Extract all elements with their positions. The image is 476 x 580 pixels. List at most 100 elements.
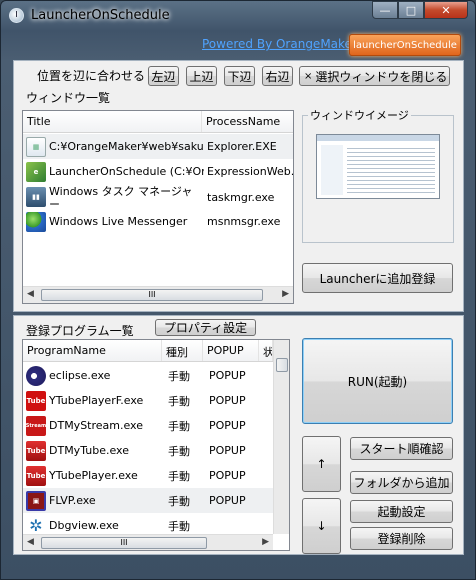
folder-icon: ▦ — [26, 136, 46, 157]
program-name-cell: Dbgview.exe — [49, 519, 119, 532]
column-program-name[interactable]: ProgramName — [23, 340, 162, 361]
window-list[interactable]: Title ProcessName ▦ C:¥OrangeMaker¥web¥s… — [22, 110, 294, 304]
window-row[interactable]: Windows Live Messenger msnmsgr.exe — [23, 209, 293, 234]
program-panel: 登録プログラム一覧 プロパティ設定 ProgramName 種別 POPUP 状… — [13, 315, 464, 555]
scroll-left-icon[interactable]: ◀ — [27, 537, 34, 547]
close-button[interactable]: ✕ — [424, 1, 468, 19]
column-status[interactable]: 状 — [259, 340, 273, 361]
program-name-cell: YTubePlayerF.exe — [49, 394, 144, 407]
add-to-launcher-button[interactable]: Launcherに追加登録 — [302, 263, 453, 293]
run-button[interactable]: RUN(起動) — [302, 338, 453, 424]
program-name-cell: YTubePlayer.exe — [49, 469, 138, 482]
messenger-icon — [26, 211, 46, 232]
startup-settings-button[interactable]: 起動設定 — [350, 500, 453, 523]
kind-cell: 手動 — [168, 469, 190, 483]
column-process-name[interactable]: ProcessName — [202, 111, 293, 132]
program-row[interactable]: Stream DTMyStream.exe 手動 POPUP — [23, 413, 273, 438]
scroll-thumb[interactable]: III — [41, 537, 207, 549]
window-row[interactable]: ▦ C:¥OrangeMaker¥web¥saku... Explorer.EX… — [23, 134, 293, 159]
program-row[interactable]: Tube DTMyTube.exe 手動 POPUP — [23, 438, 273, 463]
programs-label: 登録プログラム一覧 — [26, 324, 134, 338]
window-panel: 位置を辺に合わせる 左辺 上辺 下辺 右辺 × 選択ウィンドウを閉じる ウィンド… — [13, 60, 464, 312]
popup-cell: POPUP — [209, 394, 246, 407]
kind-cell: 手動 — [168, 519, 190, 533]
scroll-right-icon[interactable]: ▶ — [262, 537, 269, 547]
scroll-thumb[interactable]: III — [41, 289, 263, 301]
window-title-cell: C:¥OrangeMaker¥web¥saku... — [49, 140, 204, 153]
popup-cell: POPUP — [209, 469, 246, 482]
clock-icon[interactable] — [9, 8, 24, 23]
properties-button[interactable]: プロパティ設定 — [155, 319, 256, 336]
window-title-cell: Windows タスク マネージャ ー — [46, 184, 204, 211]
title-bar[interactable]: LauncherOnSchedule — □ ✕ — [1, 1, 475, 31]
expression-web-icon: e — [26, 161, 46, 182]
kind-cell: 手動 — [168, 369, 190, 383]
task-manager-icon: ▮▮ — [26, 187, 46, 207]
powered-by-link[interactable]: Powered By OrangeMaker — [202, 37, 357, 51]
program-list-vscrollbar[interactable] — [273, 340, 289, 534]
window-list-header: Title ProcessName — [23, 111, 293, 133]
program-row[interactable]: Tube YTubePlayer.exe 手動 POPUP — [23, 463, 273, 488]
brand-button[interactable]: launcherOnSchedule — [349, 34, 461, 56]
column-title[interactable]: Title — [23, 111, 202, 132]
move-up-button[interactable]: ↑ — [302, 436, 341, 492]
window-image-label: ウィンドウイメージ — [308, 107, 411, 123]
tube-icon: Tube — [26, 465, 46, 486]
align-label: 位置を辺に合わせる — [37, 69, 146, 83]
flv-icon: ▣ — [26, 490, 46, 511]
startup-order-button[interactable]: スタート順確認 — [350, 437, 453, 460]
process-name-cell: Explorer.EXE — [207, 140, 277, 153]
align-right-button[interactable]: 右辺 — [262, 66, 293, 86]
popup-cell: POPUP — [209, 369, 246, 382]
window-title-cell: Windows Live Messenger — [49, 215, 188, 228]
close-selected-label: 選択ウィンドウを閉じる — [315, 69, 448, 84]
program-name-cell: DTMyTube.exe — [49, 444, 129, 457]
popup-cell: POPUP — [209, 494, 246, 507]
program-row[interactable]: ▣ FLVP.exe 手動 POPUP — [23, 488, 273, 513]
minimize-button[interactable]: — — [372, 1, 398, 19]
stream-icon: Stream — [26, 415, 46, 436]
window-preview-image — [316, 134, 440, 199]
program-name-cell: FLVP.exe — [49, 494, 96, 507]
popup-cell: POPUP — [209, 444, 246, 457]
scroll-right-icon[interactable]: ▶ — [282, 289, 289, 299]
delete-registration-button[interactable]: 登録削除 — [350, 527, 453, 550]
kind-cell: 手動 — [168, 419, 190, 433]
vscroll-thumb[interactable] — [276, 358, 288, 372]
program-row[interactable]: eclipse.exe 手動 POPUP — [23, 363, 273, 388]
close-x-icon: × — [304, 70, 313, 82]
align-top-button[interactable]: 上辺 — [186, 66, 217, 86]
window-title: LauncherOnSchedule — [31, 8, 170, 23]
program-list[interactable]: ProgramName 種別 POPUP 状 eclipse.exe 手動 PO… — [22, 339, 290, 551]
process-name-cell: msnmsgr.exe — [207, 215, 281, 228]
move-down-button[interactable]: ↓ — [302, 498, 341, 554]
align-left-button[interactable]: 左辺 — [148, 66, 179, 86]
window-list-hscrollbar[interactable]: ◀ III ▶ — [23, 286, 293, 303]
popup-cell: POPUP — [209, 419, 246, 432]
kind-cell: 手動 — [168, 494, 190, 508]
column-kind[interactable]: 種別 — [162, 340, 203, 361]
program-name-cell: DTMyStream.exe — [49, 419, 143, 432]
window-image-group — [302, 115, 454, 243]
program-name-cell: eclipse.exe — [49, 369, 111, 382]
align-bottom-button[interactable]: 下辺 — [224, 66, 255, 86]
kind-cell: 手動 — [168, 394, 190, 408]
process-name-cell: taskmgr.exe — [207, 191, 275, 204]
app-window: LauncherOnSchedule — □ ✕ Powered By Oran… — [0, 0, 476, 580]
program-row[interactable]: Tube YTubePlayerF.exe 手動 POPUP — [23, 388, 273, 413]
add-from-folder-button[interactable]: フォルダから追加 — [350, 471, 453, 494]
tube-icon: Tube — [26, 440, 46, 461]
column-popup[interactable]: POPUP — [203, 340, 259, 361]
eclipse-icon — [26, 365, 46, 386]
program-list-hscrollbar[interactable]: ◀ III ▶ — [23, 534, 273, 550]
window-row[interactable]: ▮▮ Windows タスク マネージャ ー taskmgr.exe — [23, 184, 293, 211]
window-row[interactable]: e LauncherOnSchedule (C:¥Or... Expressio… — [23, 159, 294, 184]
window-title-cell: LauncherOnSchedule (C:¥Or... — [49, 165, 204, 178]
close-selected-window-button[interactable]: × 選択ウィンドウを閉じる — [299, 66, 450, 86]
process-name-cell: ExpressionWeb... — [207, 165, 294, 178]
kind-cell: 手動 — [168, 444, 190, 458]
youtube-icon: Tube — [26, 390, 46, 411]
scroll-left-icon[interactable]: ◀ — [27, 289, 34, 299]
maximize-button[interactable]: □ — [398, 1, 424, 19]
bug-icon: ✲ — [29, 516, 43, 535]
